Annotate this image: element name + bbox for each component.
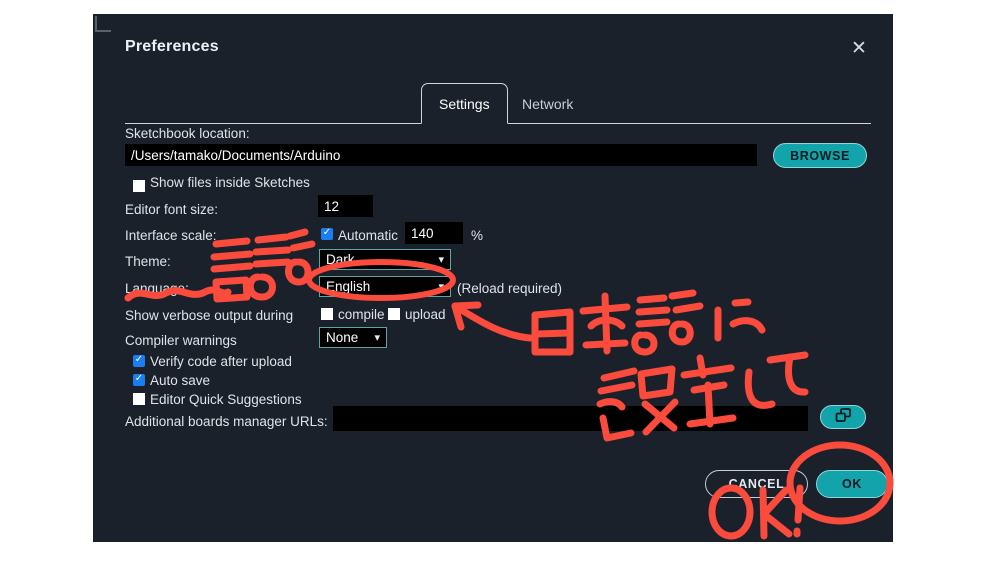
interface-scale-label: Interface scale: — [125, 228, 217, 243]
automatic-scale-label: Automatic — [338, 228, 399, 243]
preferences-dialog: Preferences ✕ Settings Network Sketchboo… — [93, 14, 893, 542]
tab-bar: Settings Network — [125, 82, 871, 124]
editor-font-size-label: Editor font size: — [125, 202, 219, 217]
chevron-down-icon: ▾ — [374, 332, 380, 344]
chevron-down-icon: ▾ — [438, 254, 444, 266]
automatic-scale-checkbox[interactable] — [321, 228, 333, 240]
interface-scale-input[interactable]: 140 — [405, 222, 463, 244]
percent-label: % — [471, 228, 484, 243]
compiler-warnings-select[interactable]: None ▾ — [319, 327, 387, 348]
theme-select[interactable]: Dark ▾ — [319, 249, 451, 270]
quick-suggestions-label: Editor Quick Suggestions — [150, 392, 302, 407]
boards-urls-label: Additional boards manager URLs: — [125, 414, 328, 429]
browse-button[interactable]: BROWSE — [773, 143, 867, 168]
editor-font-size-input[interactable]: 12 — [318, 195, 373, 217]
language-select[interactable]: English ▾ — [319, 276, 451, 297]
verbose-compile-label: compile — [338, 307, 385, 322]
sketchbook-location-label: Sketchbook location: — [125, 126, 250, 141]
verbose-compile-checkbox[interactable] — [321, 308, 333, 320]
verify-code-checkbox[interactable] — [133, 355, 145, 367]
page-title: Preferences — [125, 38, 219, 55]
verify-code-label: Verify code after upload — [150, 354, 292, 369]
boards-urls-input[interactable] — [333, 406, 808, 431]
tab-network[interactable]: Network — [505, 83, 590, 124]
close-icon[interactable]: ✕ — [847, 36, 871, 60]
sketchbook-location-input[interactable]: /Users/tamako/Documents/Arduino — [125, 144, 757, 166]
verbose-upload-label: upload — [405, 307, 446, 322]
auto-save-label: Auto save — [150, 373, 211, 388]
theme-label: Theme: — [125, 254, 171, 269]
tab-settings[interactable]: Settings — [421, 83, 508, 124]
cancel-button[interactable]: CANCEL — [705, 470, 808, 498]
reload-required-note: (Reload required) — [457, 281, 563, 296]
verbose-output-label: Show verbose output during — [125, 308, 294, 323]
resize-handle-icon[interactable] — [95, 16, 111, 32]
language-select-value: English — [326, 279, 371, 294]
theme-select-value: Dark — [326, 252, 355, 267]
verbose-upload-checkbox[interactable] — [388, 308, 400, 320]
ok-button[interactable]: OK — [816, 470, 888, 498]
language-label: Language: — [125, 281, 189, 296]
compiler-warnings-label: Compiler warnings — [125, 333, 237, 348]
chevron-down-icon: ▾ — [438, 281, 444, 293]
show-files-checkbox[interactable] — [133, 180, 145, 192]
show-files-label: Show files inside Sketches — [150, 175, 310, 190]
auto-save-checkbox[interactable] — [133, 374, 145, 386]
quick-suggestions-checkbox[interactable] — [133, 393, 145, 405]
compiler-warnings-value: None — [326, 330, 359, 345]
boards-urls-expand-button[interactable] — [820, 405, 866, 429]
expand-windows-icon — [835, 408, 852, 426]
